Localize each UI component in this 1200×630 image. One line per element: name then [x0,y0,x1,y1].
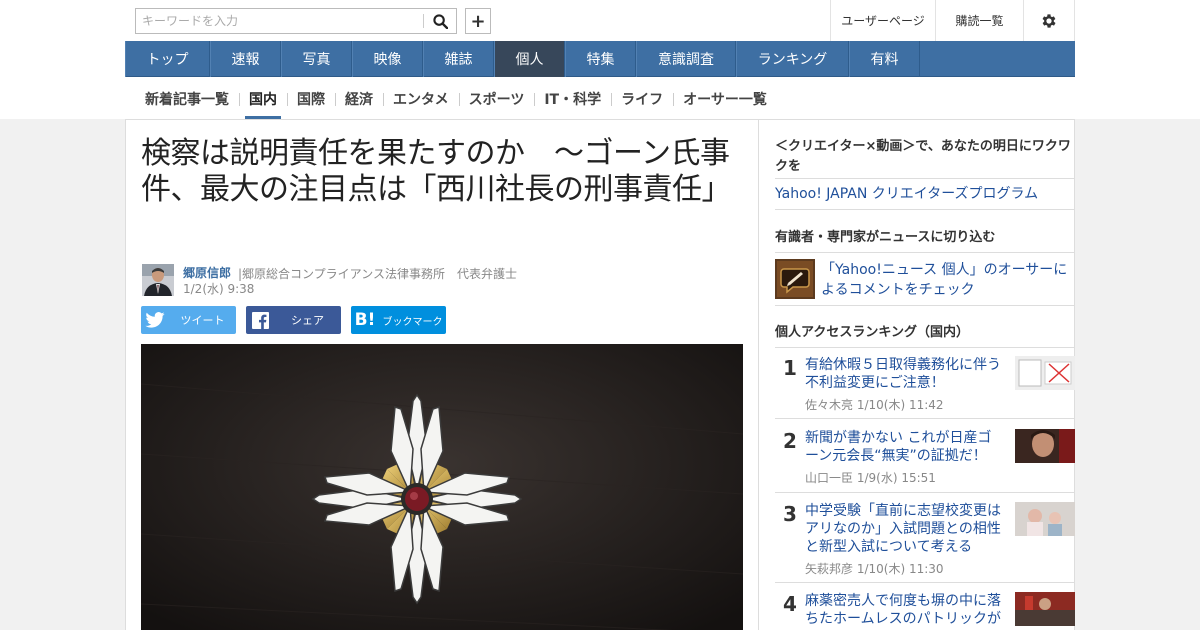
divider [775,252,1075,253]
search-icon [432,13,448,29]
article: 検察は説明責任を果たすのか ～ゴーン氏事件、最大の注目点は「西川社長の刑事責任」… [126,120,759,630]
header: + ユーザーページ 購読一覧 [125,0,1075,41]
rank-number: 2 [783,429,797,453]
search-box [135,8,457,34]
divider [775,347,1075,348]
subnav-authors[interactable]: オーサー一覧 [673,83,777,115]
rank-meta: 佐々木亮 1/10(木) 11:42 [805,396,944,413]
divider [775,178,1075,179]
sub-nav: 新着記事一覧 国内 国際 経済 エンタメ スポーツ IT・科学 ライフ オーサー… [135,83,777,119]
article-hero-image [141,344,743,630]
rank-author: 山口一臣 [805,471,854,485]
experts-heading: 有識者・専門家がニュースに切り込む [775,230,996,245]
rank-number: 3 [783,502,797,526]
add-button[interactable]: + [465,8,491,34]
subscriptions-link[interactable]: 購読一覧 [935,0,1023,41]
subnav-entertainment[interactable]: エンタメ [383,83,459,115]
gnav-feature[interactable]: 特集 [565,41,636,77]
rank-thumbnail[interactable] [1015,592,1075,626]
search-input[interactable] [136,9,421,33]
rank-number: 4 [783,592,797,616]
rank-title[interactable]: 有給休暇５日取得義務化に伴う不利益変更にご注意！ [805,356,1005,392]
hatena-bookmark-icon: B! [354,310,376,330]
gnav-video[interactable]: 映像 [352,41,423,77]
divider [775,582,1075,583]
tweet-label: ツイート [180,314,225,327]
rank-thumbnail[interactable] [1015,356,1075,390]
rank-meta: 矢萩邦彦 1/10(木) 11:30 [805,560,944,577]
gnav-survey[interactable]: 意識調査 [636,41,736,77]
subnav-domestic[interactable]: 国内 [239,83,287,119]
rank-date: 1/10(木) 11:42 [856,398,944,412]
author-name[interactable]: 郷原信郎 [183,264,231,281]
plus-icon: + [470,10,486,32]
gear-icon [1042,13,1056,28]
search-button[interactable] [424,9,456,33]
author-affiliation: |郷原総合コンプライアンス法律事務所 代表弁護士 [238,267,517,281]
article-title: 検察は説明責任を果たすのか ～ゴーン氏事件、最大の注目点は「西川社長の刑事責任」 [141,136,732,207]
subnav-life[interactable]: ライフ [611,83,673,115]
gnav-breaking[interactable]: 速報 [210,41,281,77]
hatena-bookmark-button[interactable]: B! ブックマーク [351,306,446,334]
subnav-economy[interactable]: 経済 [335,83,383,115]
content-box: 検察は説明責任を果たすのか ～ゴーン氏事件、最大の注目点は「西川社長の刑事責任」… [125,119,1075,630]
rank-author: 矢萩邦彦 [805,562,854,576]
rank-meta: 山口一臣 1/9(水) 15:51 [805,469,936,486]
twitter-icon [141,312,169,328]
hatena-bookmark-label: ブックマーク [382,316,443,328]
creators-program-link[interactable]: Yahoo! JAPAN クリエイターズプログラム [775,184,1038,204]
divider [775,418,1075,419]
user-page-link[interactable]: ユーザーページ [830,0,935,41]
rank-date: 1/10(木) 11:30 [856,562,944,576]
gnav-magazine[interactable]: 雑誌 [423,41,494,77]
ranking-heading: 個人アクセスランキング（国内） [775,325,969,340]
facebook-share-label: シェア [291,314,324,327]
rank-author: 佐々木亮 [805,398,854,412]
author-avatar[interactable] [142,264,174,296]
gnav-paid[interactable]: 有料 [849,41,920,77]
gnav-photo[interactable]: 写真 [281,41,352,77]
divider [775,492,1075,493]
author-comment-icon [775,259,815,299]
gnav-individual[interactable]: 個人 [494,41,565,77]
gnav-ranking[interactable]: ランキング [736,41,849,77]
rank-date: 1/9(水) 15:51 [856,471,936,485]
subnav-new-articles[interactable]: 新着記事一覧 [135,83,239,115]
subnav-sports[interactable]: スポーツ [458,83,535,115]
post-date: 1/2(水) 9:38 [183,282,255,296]
settings-button[interactable] [1023,0,1075,41]
rank-number: 1 [783,356,797,380]
rank-thumbnail[interactable] [1015,502,1075,536]
subnav-international[interactable]: 国際 [287,83,335,115]
author-comments-link[interactable]: 「Yahoo!ニュース 個人」のオーサーによるコメントをチェック [821,260,1071,300]
gnav-top[interactable]: トップ [125,41,210,77]
tweet-button[interactable]: ツイート [141,306,236,334]
subnav-it-science[interactable]: IT・科学 [534,83,611,115]
divider [775,209,1075,210]
rank-title[interactable]: 麻薬密売人で何度も塀の中に落ちたホームレスのパトリックが [805,592,1005,628]
promo-heading: ＜クリエイター×動画＞で、あなたの明日にワクワクを [775,139,1071,174]
divider [775,305,1075,306]
global-nav: トップ 速報 写真 映像 雑誌 個人 特集 意識調査 ランキング 有料 [125,41,1075,77]
facebook-icon [246,311,274,329]
facebook-share-button[interactable]: シェア [246,306,341,334]
rank-title[interactable]: 中学受験「直前に志望校変更はアリなのか」入試問題との相性と新型入試について考える [805,502,1005,556]
rank-thumbnail[interactable] [1015,429,1075,463]
rank-title[interactable]: 新聞が書かない これが日産ゴーン元会長“無実”の証拠だ！ [805,429,1005,465]
